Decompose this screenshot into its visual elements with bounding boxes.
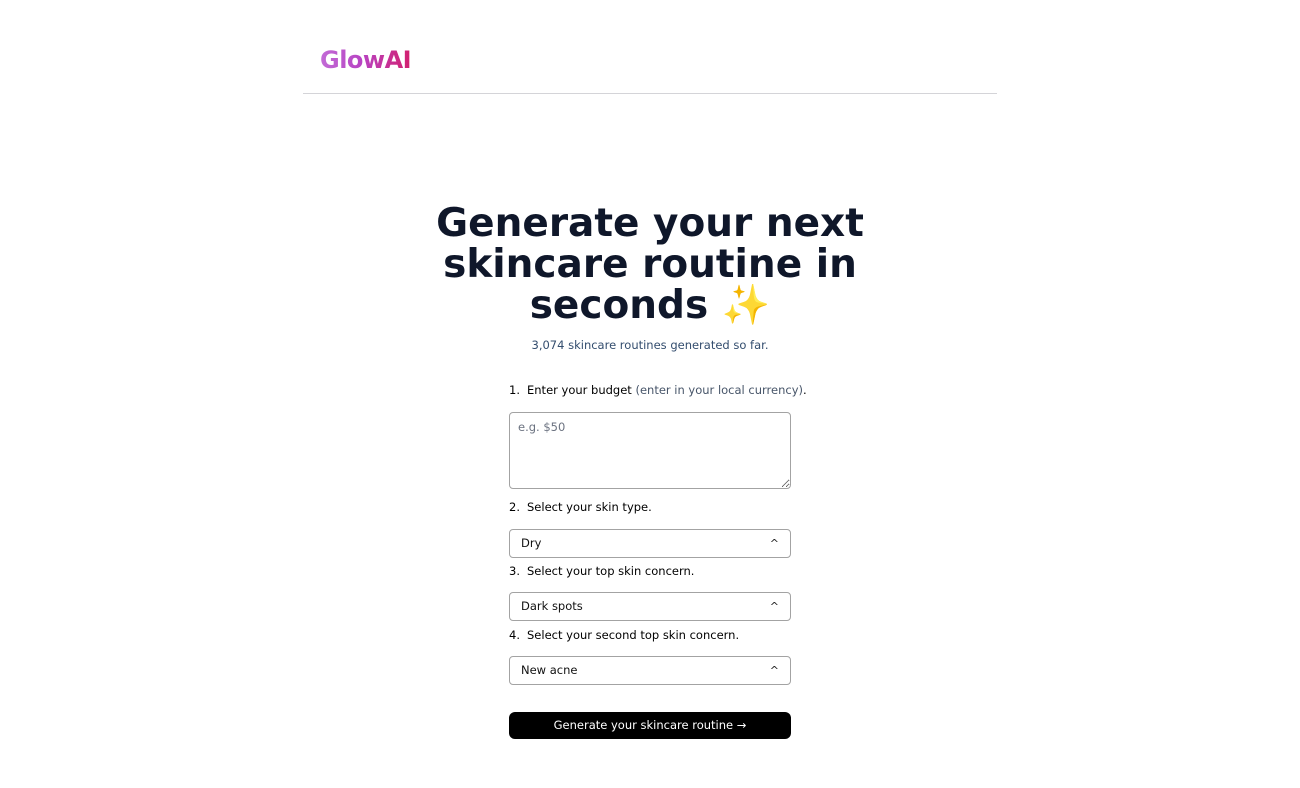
- step-2-label: 2. Select your skin type.: [509, 500, 652, 514]
- second-concern-select[interactable]: New acne ^: [509, 656, 791, 685]
- budget-input[interactable]: [509, 412, 791, 489]
- step-4-label: 4. Select your second top skin concern.: [509, 628, 740, 642]
- skin-type-value: Dry: [521, 536, 542, 550]
- top-concern-value: Dark spots: [521, 599, 583, 613]
- step-3-label: 3. Select your top skin concern.: [509, 564, 695, 578]
- top-concern-select[interactable]: Dark spots ^: [509, 592, 791, 621]
- hero-title: Generate your next skincare routine in s…: [400, 203, 900, 326]
- hero-title-text: Generate your next skincare routine in s…: [436, 201, 864, 328]
- sparkles-icon: ✨: [721, 283, 771, 328]
- chevron-up-icon: ^: [769, 600, 779, 613]
- generate-routine-button[interactable]: Generate your skincare routine →: [509, 712, 791, 739]
- second-concern-value: New acne: [521, 663, 578, 677]
- step-1-label: 1. Enter your budget (enter in your local…: [509, 383, 807, 397]
- routines-count: 3,074 skincare routines generated so far…: [531, 338, 769, 352]
- chevron-up-icon: ^: [769, 664, 779, 677]
- logo[interactable]: GlowAI: [320, 44, 412, 76]
- chevron-up-icon: ^: [769, 537, 779, 550]
- site-header: GlowAI: [303, 0, 997, 94]
- skin-type-select[interactable]: Dry ^: [509, 529, 791, 558]
